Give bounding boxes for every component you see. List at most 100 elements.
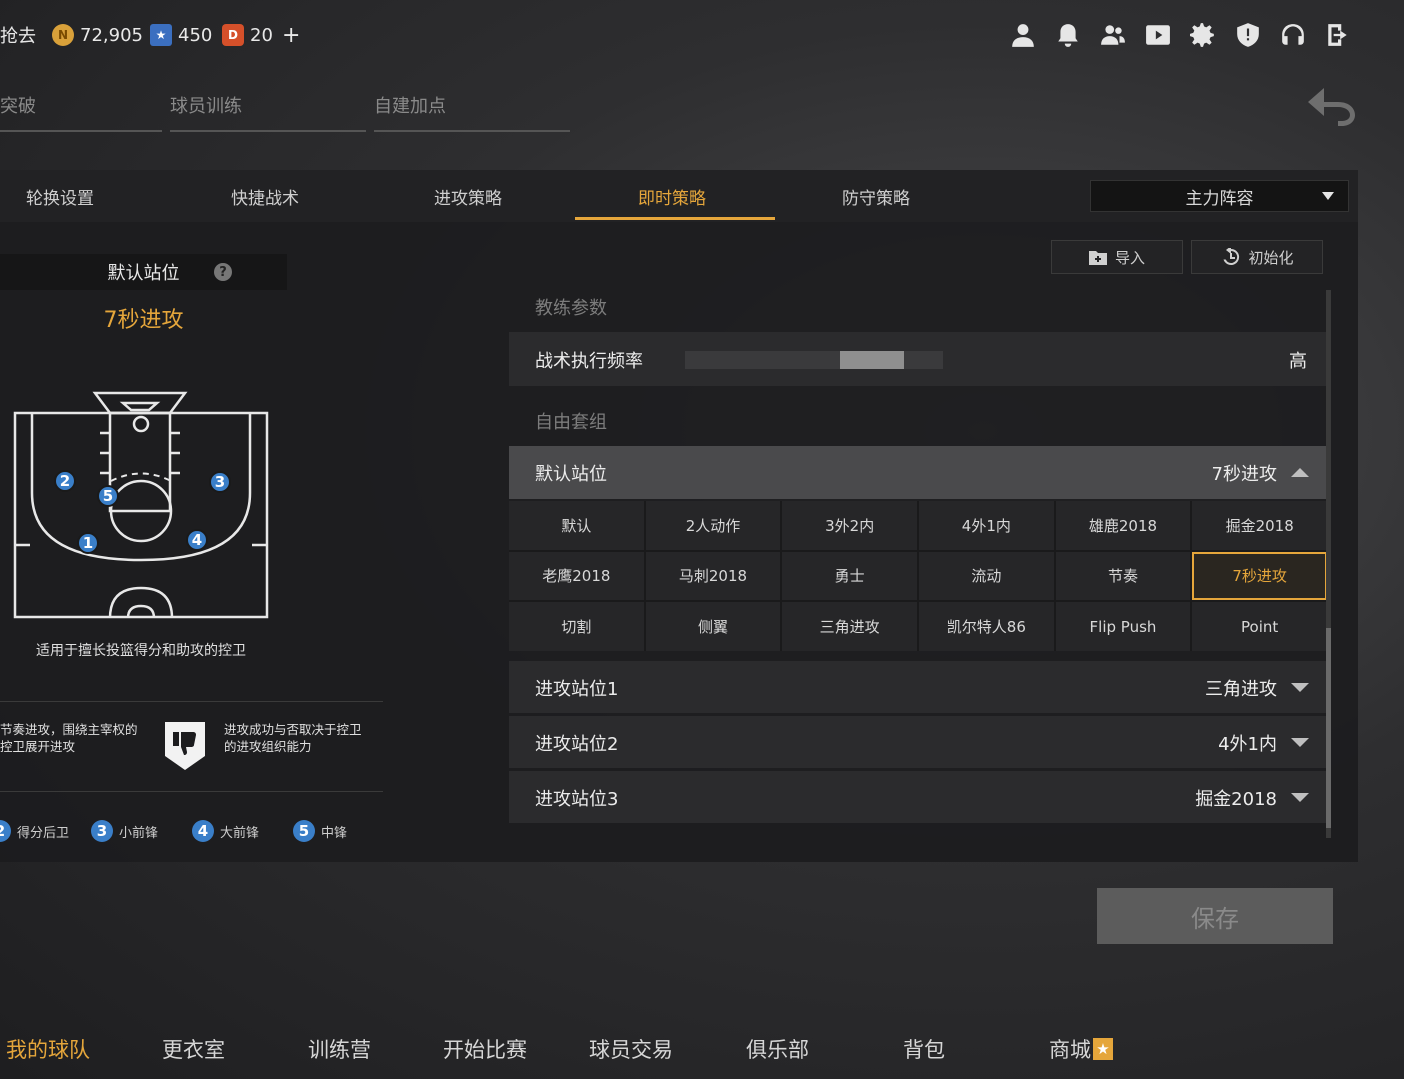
position-option[interactable]: 三角进攻 [782,602,917,651]
video-icon[interactable] [1143,20,1173,50]
chevron-down-icon [1322,192,1334,200]
add-currency-button[interactable]: + [282,22,300,48]
logout-icon[interactable] [1323,20,1353,50]
divider [0,701,383,702]
court-player-1: 1 [77,532,99,554]
active-tab-indicator [575,217,775,220]
nav-start-game[interactable]: 开始比赛 [443,1034,527,1064]
ticket-icon: D [222,24,244,46]
court-player-5: 5 [97,485,119,507]
legend-small-forward: 3 小前锋 [91,820,158,842]
folder-plus-icon [1088,251,1107,265]
nav-my-team[interactable]: 我的球队 [6,1034,90,1064]
svg-text:4: 4 [192,531,202,549]
default-position-header: 默认站位 ? [0,254,287,290]
star-icon: ★ [150,24,172,46]
coin-icon: N [52,24,74,46]
court-player-4: 4 [186,529,208,551]
import-button[interactable]: 导入 [1051,240,1183,274]
top-bar: 抢去 N 72,905 ★ 450 D 20 + [0,0,1404,68]
headset-icon[interactable] [1278,20,1308,50]
star-icon: ★ [1093,1038,1113,1060]
strategy-title: 7秒进攻 [103,308,184,333]
position-badge: 2 [0,820,11,842]
nav-training-camp[interactable]: 训练营 [308,1034,371,1064]
subtab-custom-points[interactable]: 自建加点 [374,90,570,132]
position-badge: 5 [293,820,315,842]
position-option[interactable]: 流动 [919,551,1054,601]
reset-icon [1223,248,1240,265]
tab-offense-strategy[interactable]: 进攻策略 [434,184,502,209]
court-player-3: 3 [209,471,231,493]
position-option[interactable]: 7秒进攻 [1192,551,1327,601]
free-combo-label: 自由套组 [535,412,607,433]
legend-shooting-guard: 2得分后卫 [0,820,69,842]
friends-icon[interactable] [1098,20,1128,50]
court-diagram: 1 2 3 4 5 [13,391,269,619]
thumbs-down-icon [163,720,207,772]
shield-icon[interactable] [1233,20,1263,50]
position-option[interactable]: 凯尔特人86 [919,602,1054,651]
cons-text: 进攻成功与否取决于控卫的进攻组织能力 [224,722,362,754]
position-option[interactable]: 切割 [509,602,644,651]
tab-rotation[interactable]: 轮换设置 [26,184,94,209]
position-badge: 3 [91,820,113,842]
ticket-counter: D 20 [222,22,273,48]
subtab-player-training[interactable]: 球员训练 [170,90,366,132]
position-option[interactable]: 4外1内 [919,501,1054,550]
nav-player-trade[interactable]: 球员交易 [589,1034,673,1064]
legend-power-forward: 4 大前锋 [192,820,259,842]
nav-shop[interactable]: 商城 ★ [1049,1034,1113,1064]
back-icon[interactable] [1302,82,1362,126]
chevron-up-icon [1291,468,1309,477]
position-option[interactable]: 老鹰2018 [509,551,644,601]
attack-position-3-row[interactable]: 进攻站位3 掘金2018 [509,771,1327,823]
tab-live-strategy[interactable]: 即时策略 [638,184,706,209]
svg-text:2: 2 [60,472,70,490]
position-options-grid: 默认 2人动作 3外2内 4外1内 雄鹿2018 掘金2018 老鹰2018 马刺2018 勇士… [509,501,1327,651]
chevron-down-icon [1291,793,1309,802]
tab-quick-tactics[interactable]: 快捷战术 [231,184,299,209]
default-position-dropdown[interactable]: 默认站位 7秒进攻 [509,446,1327,499]
bell-icon[interactable] [1053,20,1083,50]
slider-thumb[interactable] [840,351,904,369]
position-option[interactable]: 雄鹿2018 [1055,501,1191,550]
nav-club[interactable]: 俱乐部 [746,1034,809,1064]
reset-button[interactable]: 初始化 [1191,240,1323,274]
position-option[interactable]: 马刺2018 [645,551,781,601]
help-icon[interactable]: ? [214,263,232,281]
nav-backpack[interactable]: 背包 [903,1034,945,1064]
divider [0,791,383,792]
pros-text: 节奏进攻，围绕主宰权的控卫展开进攻 [0,722,138,754]
nav-locker-room[interactable]: 更衣室 [162,1034,225,1064]
profile-icon[interactable] [1008,20,1038,50]
position-option[interactable]: Point [1192,602,1327,651]
position-option[interactable]: 默认 [509,501,644,550]
subtab-breakthrough[interactable]: 突破 [0,90,162,132]
position-option[interactable]: 勇士 [782,551,917,601]
attack-position-2-row[interactable]: 进攻站位2 4外1内 [509,716,1327,768]
tab-defense-strategy[interactable]: 防守策略 [842,184,910,209]
lineup-select[interactable]: 主力阵容 [1090,180,1349,212]
cut-label: 抢去 [0,26,36,47]
position-option[interactable]: 节奏 [1055,551,1191,601]
position-option[interactable]: Flip Push [1055,602,1191,651]
save-button[interactable]: 保存 [1097,888,1333,944]
tactic-frequency-row: 战术执行频率 高 [509,332,1327,386]
scrollbar-thumb[interactable] [1326,628,1331,828]
position-option[interactable]: 侧翼 [645,602,781,651]
coach-params-label: 教练参数 [535,298,607,319]
position-option[interactable]: 3外2内 [782,501,917,550]
coin-counter: N 72,905 [52,22,143,48]
attack-position-1-row[interactable]: 进攻站位1 三角进攻 [509,661,1327,713]
gear-icon[interactable] [1188,20,1218,50]
court-description: 适用于擅长投篮得分和助攻的控卫 [36,643,246,659]
tactic-frequency-slider[interactable] [685,351,943,369]
position-option[interactable]: 2人动作 [645,501,781,550]
position-badge: 4 [192,820,214,842]
court-player-2: 2 [54,470,76,492]
position-option[interactable]: 掘金2018 [1192,501,1327,550]
legend-center: 5 中锋 [293,820,347,842]
svg-text:1: 1 [83,534,93,552]
star-counter: ★ 450 [150,22,212,48]
